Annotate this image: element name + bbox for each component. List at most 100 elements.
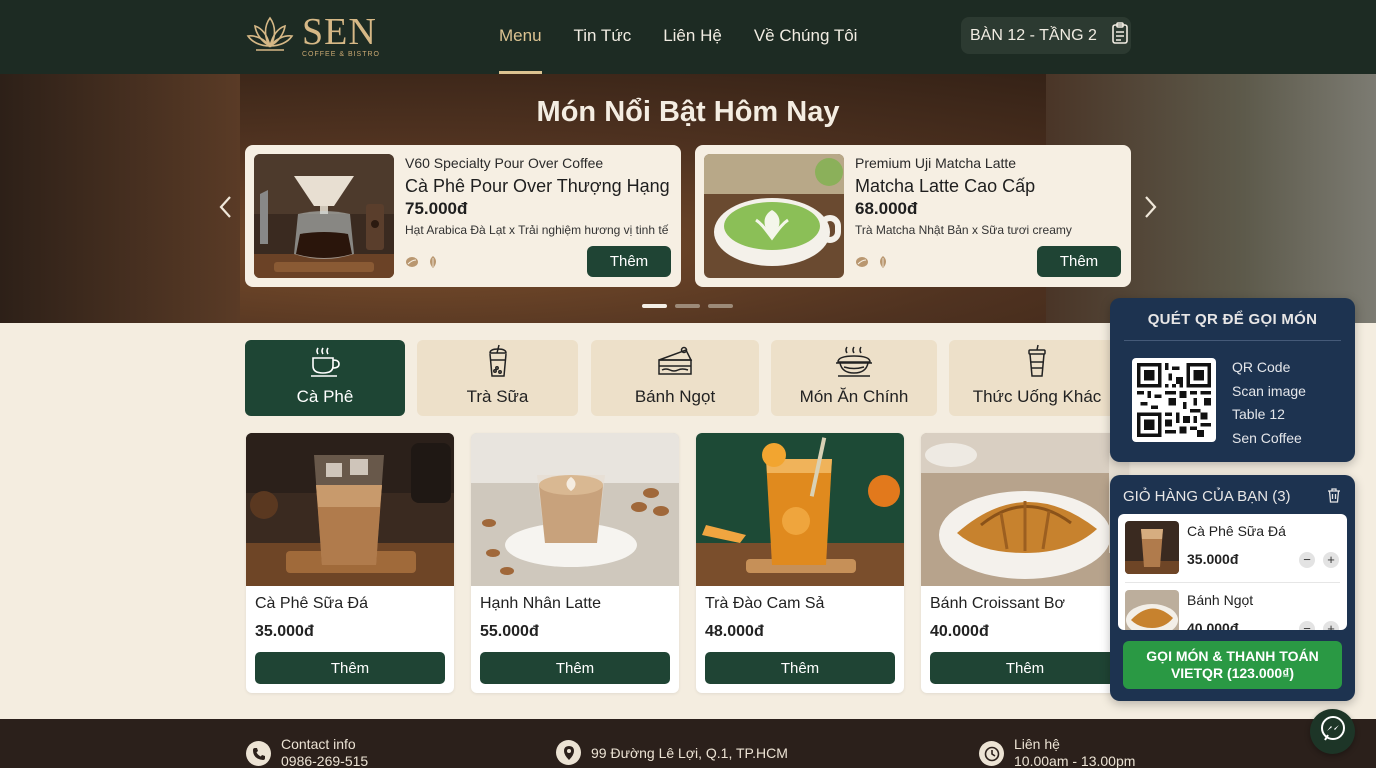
add-featured-button[interactable]: Thêm xyxy=(1037,246,1121,277)
product-name: Hạnh Nhân Latte xyxy=(480,595,601,612)
cart-item-name: Bánh Ngọt xyxy=(1187,592,1254,608)
carousel-dot[interactable] xyxy=(675,304,700,308)
featured-name: Cà Phê Pour Over Thượng Hạng xyxy=(405,176,670,196)
messenger-chat-button[interactable] xyxy=(1310,709,1355,754)
brand-logo[interactable]: SEN COFFEE & BISTRO xyxy=(246,13,381,59)
leaf-icon xyxy=(877,255,889,274)
product-price: 48.000đ xyxy=(705,623,764,640)
main-menu: Menu Tin Tức Liên Hệ Về Chúng Tôi xyxy=(499,0,857,74)
featured-description: Hạt Arabica Đà Lạt x Trải nghiệm hương v… xyxy=(405,223,669,237)
hours-text: 10.00am - 13.00pm xyxy=(1014,753,1136,768)
nav-item-about[interactable]: Về Chúng Tôi xyxy=(754,0,858,74)
carousel-dot[interactable] xyxy=(642,304,667,308)
product-card: Trà Đào Cam Sả 48.000đ Thêm xyxy=(696,433,904,693)
qr-info-line: Sen Coffee xyxy=(1232,429,1302,446)
increase-quantity-button[interactable]: + xyxy=(1323,552,1339,568)
order-and-pay-button[interactable]: GỌI MÓN & THANH TOÁN VIETQR (123.000₫) xyxy=(1123,641,1342,689)
cart-item-price: 40.000đ xyxy=(1187,620,1239,630)
featured-image-pour-over xyxy=(254,154,394,278)
cake-icon xyxy=(656,346,694,383)
add-to-cart-button[interactable]: Thêm xyxy=(480,652,670,684)
add-to-cart-button[interactable]: Thêm xyxy=(705,652,895,684)
product-name: Trà Đào Cam Sả xyxy=(705,595,825,612)
product-price: 40.000đ xyxy=(930,623,989,640)
lotus-logo-icon xyxy=(246,14,294,59)
pay-button-line: GỌI MÓN & THANH TOÁN xyxy=(1146,648,1319,664)
product-name: Cà Phê Sữa Đá xyxy=(255,595,368,612)
nav-item-news[interactable]: Tin Tức xyxy=(574,0,632,74)
cart-item-image xyxy=(1125,521,1179,574)
category-tab-cake[interactable]: Bánh Ngọt xyxy=(591,340,759,416)
add-to-cart-button[interactable]: Thêm xyxy=(930,652,1120,684)
category-label: Bánh Ngọt xyxy=(634,387,716,406)
cart-item-image xyxy=(1125,590,1179,630)
decrease-quantity-button[interactable]: − xyxy=(1299,621,1315,630)
product-image-peach-tea xyxy=(696,433,904,586)
featured-card: V60 Specialty Pour Over Coffee Cà Phê Po… xyxy=(245,145,681,287)
hero-title: Món Nổi Bật Hôm Nay xyxy=(536,96,840,128)
qr-code-image[interactable] xyxy=(1132,358,1216,442)
featured-card: Premium Uji Matcha Latte Matcha Latte Ca… xyxy=(695,145,1131,287)
footer-hours: Liên hệ 10.00am - 13.00pm xyxy=(979,736,1135,768)
product-card: Bánh Croissant Bơ 40.000đ Thêm xyxy=(921,433,1129,693)
product-price: 55.000đ xyxy=(480,623,539,640)
category-tab-main-dish[interactable]: Món Ăn Chính xyxy=(771,340,937,416)
increase-quantity-button[interactable]: + xyxy=(1323,621,1339,630)
chevron-right-icon[interactable] xyxy=(1141,194,1159,224)
product-image-almond-latte xyxy=(471,433,679,586)
nav-item-menu[interactable]: Menu xyxy=(499,0,542,74)
table-badge[interactable]: BÀN 12 - TẦNG 2 xyxy=(961,17,1131,54)
featured-description: Trà Matcha Nhật Bản x Sữa tươi creamy xyxy=(855,223,1072,237)
decrease-quantity-button[interactable]: − xyxy=(1299,552,1315,568)
featured-price: 68.000đ xyxy=(855,199,918,218)
featured-badges xyxy=(855,255,889,274)
footer-contact: Contact info 0986-269-515 xyxy=(246,736,368,768)
nav-item-contact[interactable]: Liên Hệ xyxy=(663,0,722,74)
product-image-croissant xyxy=(921,433,1129,586)
product-price: 35.000đ xyxy=(255,623,314,640)
category-tab-coffee[interactable]: Cà Phê xyxy=(245,340,405,416)
hero-section: Món Nổi Bật Hôm Nay V60 Specialty Pour O… xyxy=(0,74,1376,323)
product-image-iced-milk-coffee xyxy=(246,433,454,586)
qr-order-panel: QUÉT QR ĐỂ GỌI MÓN QR Code Scan image Ta… xyxy=(1110,298,1355,462)
coffee-bean-icon xyxy=(855,255,869,274)
category-label: Thức Uống Khác xyxy=(972,387,1102,406)
cart-item-list[interactable]: Cà Phê Sữa Đá 35.000đ − + Bánh Ngọt 40.0… xyxy=(1118,514,1347,630)
featured-subtitle: Premium Uji Matcha Latte xyxy=(855,155,1017,171)
category-tab-other-drinks[interactable]: Thức Uống Khác xyxy=(949,340,1125,416)
contact-phone[interactable]: 0986-269-515 xyxy=(281,753,368,768)
cart-item: Cà Phê Sữa Đá 35.000đ − + xyxy=(1118,514,1347,583)
cart-panel: GIỎ HÀNG CỦA BẠN (3) Cà Phê Sữa Đá 35.00… xyxy=(1110,475,1355,701)
featured-subtitle: V60 Specialty Pour Over Coffee xyxy=(405,155,604,171)
phone-icon xyxy=(246,741,271,766)
add-featured-button[interactable]: Thêm xyxy=(587,246,671,277)
product-name: Bánh Croissant Bơ xyxy=(930,595,1065,612)
trash-icon[interactable] xyxy=(1327,488,1341,508)
featured-image-matcha xyxy=(704,154,844,278)
product-card: Cà Phê Sữa Đá 35.000đ Thêm xyxy=(246,433,454,693)
qr-info-line: Scan image xyxy=(1232,382,1306,399)
category-label: Trà Sữa xyxy=(466,387,529,406)
coffee-bean-icon xyxy=(405,255,419,274)
bubble-tea-icon xyxy=(485,344,511,383)
location-pin-icon xyxy=(556,740,581,765)
category-label: Món Ăn Chính xyxy=(799,387,909,406)
qr-info-line: Table 12 xyxy=(1232,406,1285,422)
divider xyxy=(1124,340,1341,341)
chevron-left-icon[interactable] xyxy=(217,194,235,224)
qr-info-line: QR Code xyxy=(1232,359,1291,375)
drink-cup-icon xyxy=(1025,344,1049,383)
hot-dish-icon xyxy=(834,346,874,383)
qr-panel-title: QUÉT QR ĐỂ GỌI MÓN xyxy=(1147,311,1318,328)
brand-tagline: COFFEE & BISTRO xyxy=(302,51,381,58)
carousel-dot[interactable] xyxy=(708,304,733,308)
featured-name: Matcha Latte Cao Cấp xyxy=(855,176,1036,196)
hours-label: Liên hệ xyxy=(1014,736,1060,752)
messenger-icon xyxy=(1320,716,1346,747)
carousel-dots xyxy=(642,304,733,308)
add-to-cart-button[interactable]: Thêm xyxy=(255,652,445,684)
clipboard-icon xyxy=(1111,22,1129,49)
clock-icon xyxy=(979,741,1004,766)
category-tab-milk-tea[interactable]: Trà Sữa xyxy=(417,340,578,416)
cart-item: Bánh Ngọt 40.000đ − + xyxy=(1118,583,1347,630)
